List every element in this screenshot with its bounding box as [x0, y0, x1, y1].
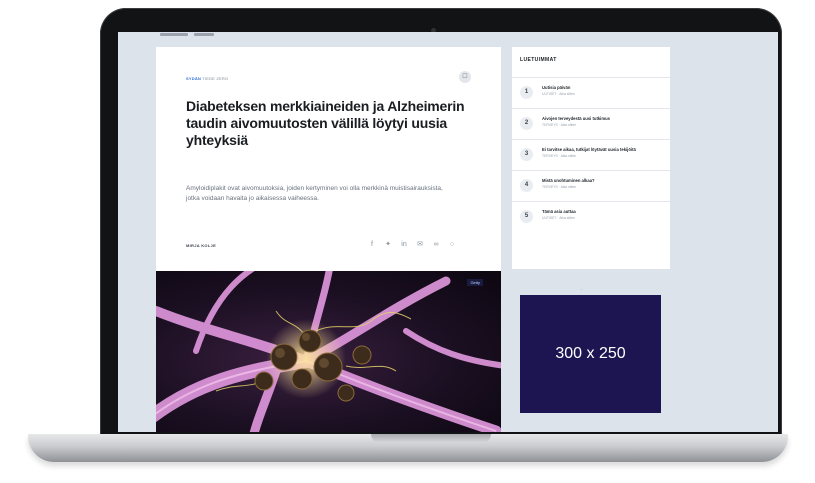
list-number: 4 [520, 179, 533, 192]
hero-image[interactable]: Getty [156, 271, 501, 432]
most-read-list: 1 Uutisia päivän UUTISET · Aika sitten 2… [512, 77, 670, 232]
facebook-icon[interactable]: f [368, 241, 376, 249]
ad-footer-right: · [660, 418, 661, 422]
list-item[interactable]: 1 Uutisia päivän UUTISET · Aika sitten [512, 77, 670, 108]
breadcrumb [160, 33, 214, 36]
ad-footer: · · · [520, 418, 661, 422]
list-number: 3 [520, 148, 533, 161]
ad-size-label: 300 x 250 [555, 345, 626, 362]
article-lead: Amyloidiplakit ovat aivomuutoksia, joide… [186, 185, 443, 202]
list-item-meta: TERVEYS · Aika sitten [542, 123, 577, 127]
ad-label: — [580, 287, 583, 291]
list-item[interactable]: 5 Tämä asia auttaa UUTISET · Aika sitten [512, 201, 670, 232]
email-icon[interactable]: ✉ [416, 241, 424, 249]
ad-footer-mid: · [590, 418, 591, 422]
kicker-sub: TIEDE ZERO [202, 76, 229, 81]
list-item[interactable]: 4 Mistä unohtuminen alkaa? TERVEYS · Aik… [512, 170, 670, 201]
article-kicker[interactable]: SYDÄN TIEDE ZERO [186, 76, 228, 81]
ad-footer-left: · [520, 418, 521, 422]
link-icon[interactable]: ∞ [432, 241, 440, 249]
list-number: 5 [520, 210, 533, 223]
most-read-title: LUETUIMMAT [520, 57, 557, 63]
breadcrumb-item[interactable] [194, 33, 214, 36]
article-title: Diabeteksen merkkiaineiden ja Alzheimeri… [186, 98, 465, 148]
breadcrumb-item[interactable] [160, 33, 188, 36]
list-item-meta: TERVEYS · Aika sitten [542, 154, 577, 158]
list-item[interactable]: 3 Ei tarvitse aikaa, tutkijat löytävät u… [512, 139, 670, 170]
ad-placeholder[interactable]: 300 x 250 [520, 295, 661, 413]
comment-icon[interactable]: ○ [448, 241, 456, 249]
neuron-illustration [156, 271, 501, 432]
screen: SYDÄN TIEDE ZERO ☐ Diabeteksen merkkiain… [118, 32, 778, 432]
most-read-card: LUETUIMMAT 1 Uutisia päivän UUTISET · Ai… [512, 47, 670, 269]
article-card: SYDÄN TIEDE ZERO ☐ Diabeteksen merkkiain… [156, 47, 501, 432]
image-credit: Getty [467, 279, 483, 286]
list-item-meta: UUTISET · Aika sitten [542, 92, 575, 96]
article-author[interactable]: MIRJA KOLJE [186, 243, 216, 248]
kicker-category[interactable]: SYDÄN [186, 76, 201, 81]
share-bar: f ✦ in ✉ ∞ ○ [368, 241, 456, 249]
list-number: 2 [520, 117, 533, 130]
laptop-notch [371, 434, 491, 443]
bookmark-icon[interactable]: ☐ [459, 71, 471, 83]
list-item-meta: UUTISET · Aika sitten [542, 216, 575, 220]
list-item[interactable]: 2 Aivojen terveydestä uusi tutkimus TERV… [512, 108, 670, 139]
list-number: 1 [520, 86, 533, 99]
linkedin-icon[interactable]: in [400, 241, 408, 249]
twitter-icon[interactable]: ✦ [384, 241, 392, 249]
list-item-meta: TERVEYS · Aika sitten [542, 185, 577, 189]
